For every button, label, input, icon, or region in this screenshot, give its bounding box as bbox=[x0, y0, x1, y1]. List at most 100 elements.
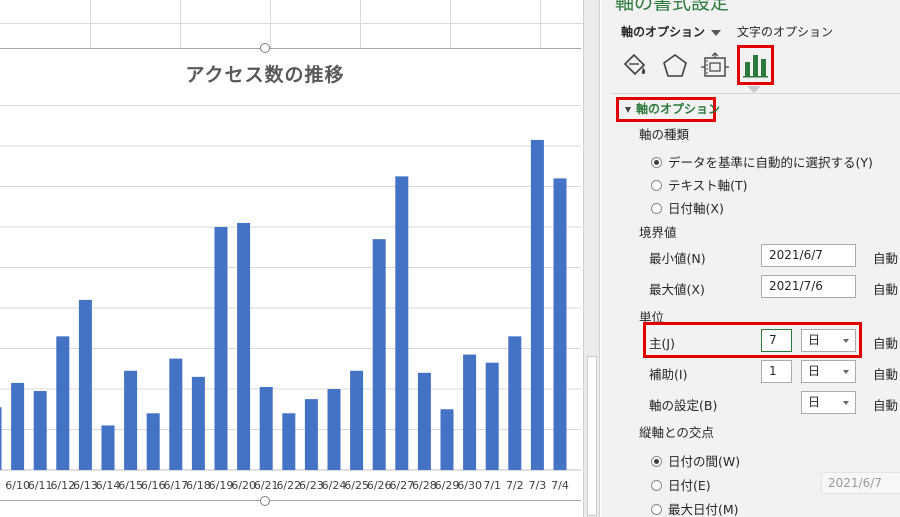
format-axis-pane: 軸の書式設定 軸のオプション 文字のオプション 軸のオプション 軸の種類 データ… bbox=[601, 0, 900, 517]
radio-text-axis-label: テキスト軸(T) bbox=[668, 178, 748, 193]
radio-at-date[interactable]: 日付(E) bbox=[651, 475, 711, 493]
major-unit-input[interactable]: 7 bbox=[761, 329, 792, 352]
chart-bar[interactable] bbox=[146, 413, 160, 470]
worksheet-area: アクセス数の推移 96/106/116/126/136/146/156/166/… bbox=[0, 0, 583, 517]
radio-between-dates-label: 日付の間(W) bbox=[668, 454, 741, 469]
x-tick-label: 6/13 bbox=[73, 479, 98, 492]
chart-bar[interactable] bbox=[372, 239, 386, 470]
radio-max-date-label: 最大日付(M) bbox=[668, 502, 739, 517]
major-unit-auto-button[interactable]: 自動 bbox=[873, 333, 898, 352]
radio-date-axis[interactable]: 日付軸(X) bbox=[651, 198, 724, 216]
chart-bar[interactable] bbox=[56, 336, 70, 470]
axis-options-category-button[interactable] bbox=[737, 45, 774, 85]
chart-bar[interactable] bbox=[191, 376, 205, 470]
scrollbar-thumb[interactable] bbox=[587, 356, 597, 516]
tab-axis-options[interactable]: 軸のオプション bbox=[621, 23, 722, 40]
radio-button[interactable] bbox=[651, 203, 662, 214]
major-unit-label: 主(J) bbox=[649, 336, 675, 351]
chart-bar[interactable] bbox=[124, 370, 138, 470]
radio-auto-select[interactable]: データを基準に自動的に選択する(Y) bbox=[651, 152, 873, 170]
chart-bar[interactable] bbox=[417, 372, 431, 470]
minimum-input[interactable]: 2021/6/7 bbox=[761, 244, 856, 267]
radio-text-axis[interactable]: テキスト軸(T) bbox=[651, 175, 748, 193]
base-unit-select[interactable]: 日 bbox=[801, 391, 856, 414]
chart-bar[interactable] bbox=[485, 362, 499, 470]
maximum-auto-button[interactable]: 自動 bbox=[873, 279, 898, 298]
chart-bar[interactable] bbox=[350, 370, 364, 470]
size-properties-icon[interactable] bbox=[699, 50, 731, 82]
x-tick-label: 6/19 bbox=[209, 479, 234, 492]
radio-button[interactable] bbox=[651, 180, 662, 191]
x-tick-label: 7/1 bbox=[483, 479, 501, 492]
tab-text-options[interactable]: 文字のオプション bbox=[737, 23, 833, 40]
chart-bar[interactable] bbox=[259, 386, 273, 470]
chart-bar[interactable] bbox=[508, 336, 522, 470]
major-unit-select[interactable]: 日 bbox=[801, 329, 856, 352]
minor-unit-select[interactable]: 日 bbox=[801, 360, 856, 383]
x-tick-label: 6/26 bbox=[367, 479, 392, 492]
minor-unit-input[interactable]: 1 bbox=[761, 360, 792, 383]
base-unit-label: 軸の設定(B) bbox=[649, 398, 718, 413]
minimum-label: 最小値(N) bbox=[649, 251, 706, 266]
chart-bar[interactable] bbox=[327, 389, 341, 470]
option-tabs: 軸のオプション 文字のオプション bbox=[621, 23, 845, 41]
chevron-down-icon bbox=[843, 339, 849, 343]
radio-max-date[interactable]: 最大日付(M) bbox=[651, 499, 739, 517]
x-tick-label: 6/10 bbox=[5, 479, 30, 492]
pentagon-icon[interactable] bbox=[659, 50, 691, 82]
radio-at-date-label: 日付(E) bbox=[668, 478, 711, 493]
chart-bar[interactable] bbox=[304, 399, 318, 470]
chart-bar[interactable] bbox=[78, 299, 92, 470]
excel-window: アクセス数の推移 96/106/116/126/136/146/156/166/… bbox=[0, 0, 900, 517]
radio-date-axis-label: 日付軸(X) bbox=[668, 201, 724, 216]
base-unit-auto-button[interactable]: 自動 bbox=[873, 395, 898, 414]
base-unit-select-value: 日 bbox=[808, 395, 821, 409]
radio-between-dates[interactable]: 日付の間(W) bbox=[651, 451, 740, 469]
x-tick-label: 6/29 bbox=[435, 479, 460, 492]
x-tick-label: 6/24 bbox=[322, 479, 347, 492]
section-axis-options-header[interactable]: 軸のオプション bbox=[616, 97, 720, 122]
chevron-down-icon bbox=[843, 401, 849, 405]
bar-chart-icon bbox=[743, 55, 768, 78]
vertical-scrollbar[interactable] bbox=[583, 0, 600, 517]
x-tick-label: 6/27 bbox=[389, 479, 414, 492]
x-tick-label: 6/15 bbox=[118, 479, 143, 492]
x-tick-label: 6/25 bbox=[344, 479, 369, 492]
chart-bar[interactable] bbox=[530, 139, 544, 471]
chevron-down-icon[interactable] bbox=[711, 29, 722, 36]
x-tick-label: 6/28 bbox=[412, 479, 437, 492]
radio-button[interactable] bbox=[651, 480, 662, 491]
tab-axis-options-label: 軸のオプション bbox=[621, 25, 706, 39]
chart-bar[interactable] bbox=[395, 176, 409, 470]
chart-bar[interactable] bbox=[169, 358, 183, 470]
chevron-down-icon bbox=[843, 370, 849, 374]
radio-button-selected[interactable] bbox=[651, 157, 662, 168]
x-tick-label: 7/2 bbox=[506, 479, 524, 492]
x-tick-label: 6/23 bbox=[299, 479, 324, 492]
radio-button[interactable] bbox=[651, 504, 662, 515]
chart-bar[interactable] bbox=[214, 227, 228, 470]
chart-bar[interactable] bbox=[101, 425, 115, 470]
minor-unit-auto-button[interactable]: 自動 bbox=[873, 364, 898, 383]
maximum-input[interactable]: 2021/7/6 bbox=[761, 275, 856, 298]
chart-bar[interactable] bbox=[11, 382, 25, 470]
x-tick-label: 6/21 bbox=[254, 479, 279, 492]
x-tick-label: 6/16 bbox=[141, 479, 166, 492]
chart-bar[interactable] bbox=[553, 178, 567, 470]
major-unit-select-value: 日 bbox=[808, 333, 821, 347]
minimum-auto-button[interactable]: 自動 bbox=[873, 248, 898, 267]
chart-bar[interactable] bbox=[463, 354, 477, 470]
radio-auto-select-label: データを基準に自動的に選択する(Y) bbox=[668, 155, 873, 170]
x-tick-label: 6/12 bbox=[50, 479, 75, 492]
x-tick-label: 7/4 bbox=[551, 479, 569, 492]
radio-button-selected[interactable] bbox=[651, 456, 662, 467]
chart-bar[interactable] bbox=[33, 391, 47, 470]
chart-bar[interactable] bbox=[0, 407, 2, 470]
chart-bar[interactable] bbox=[440, 409, 454, 470]
chart-bar[interactable] bbox=[237, 222, 251, 470]
section-axis-options-label: 軸のオプション bbox=[636, 102, 721, 116]
paint-bucket-icon[interactable] bbox=[619, 50, 651, 82]
chart-bar[interactable] bbox=[282, 413, 296, 470]
bounds-label: 境界値 bbox=[639, 225, 677, 240]
x-tick-label: 6/22 bbox=[276, 479, 301, 492]
